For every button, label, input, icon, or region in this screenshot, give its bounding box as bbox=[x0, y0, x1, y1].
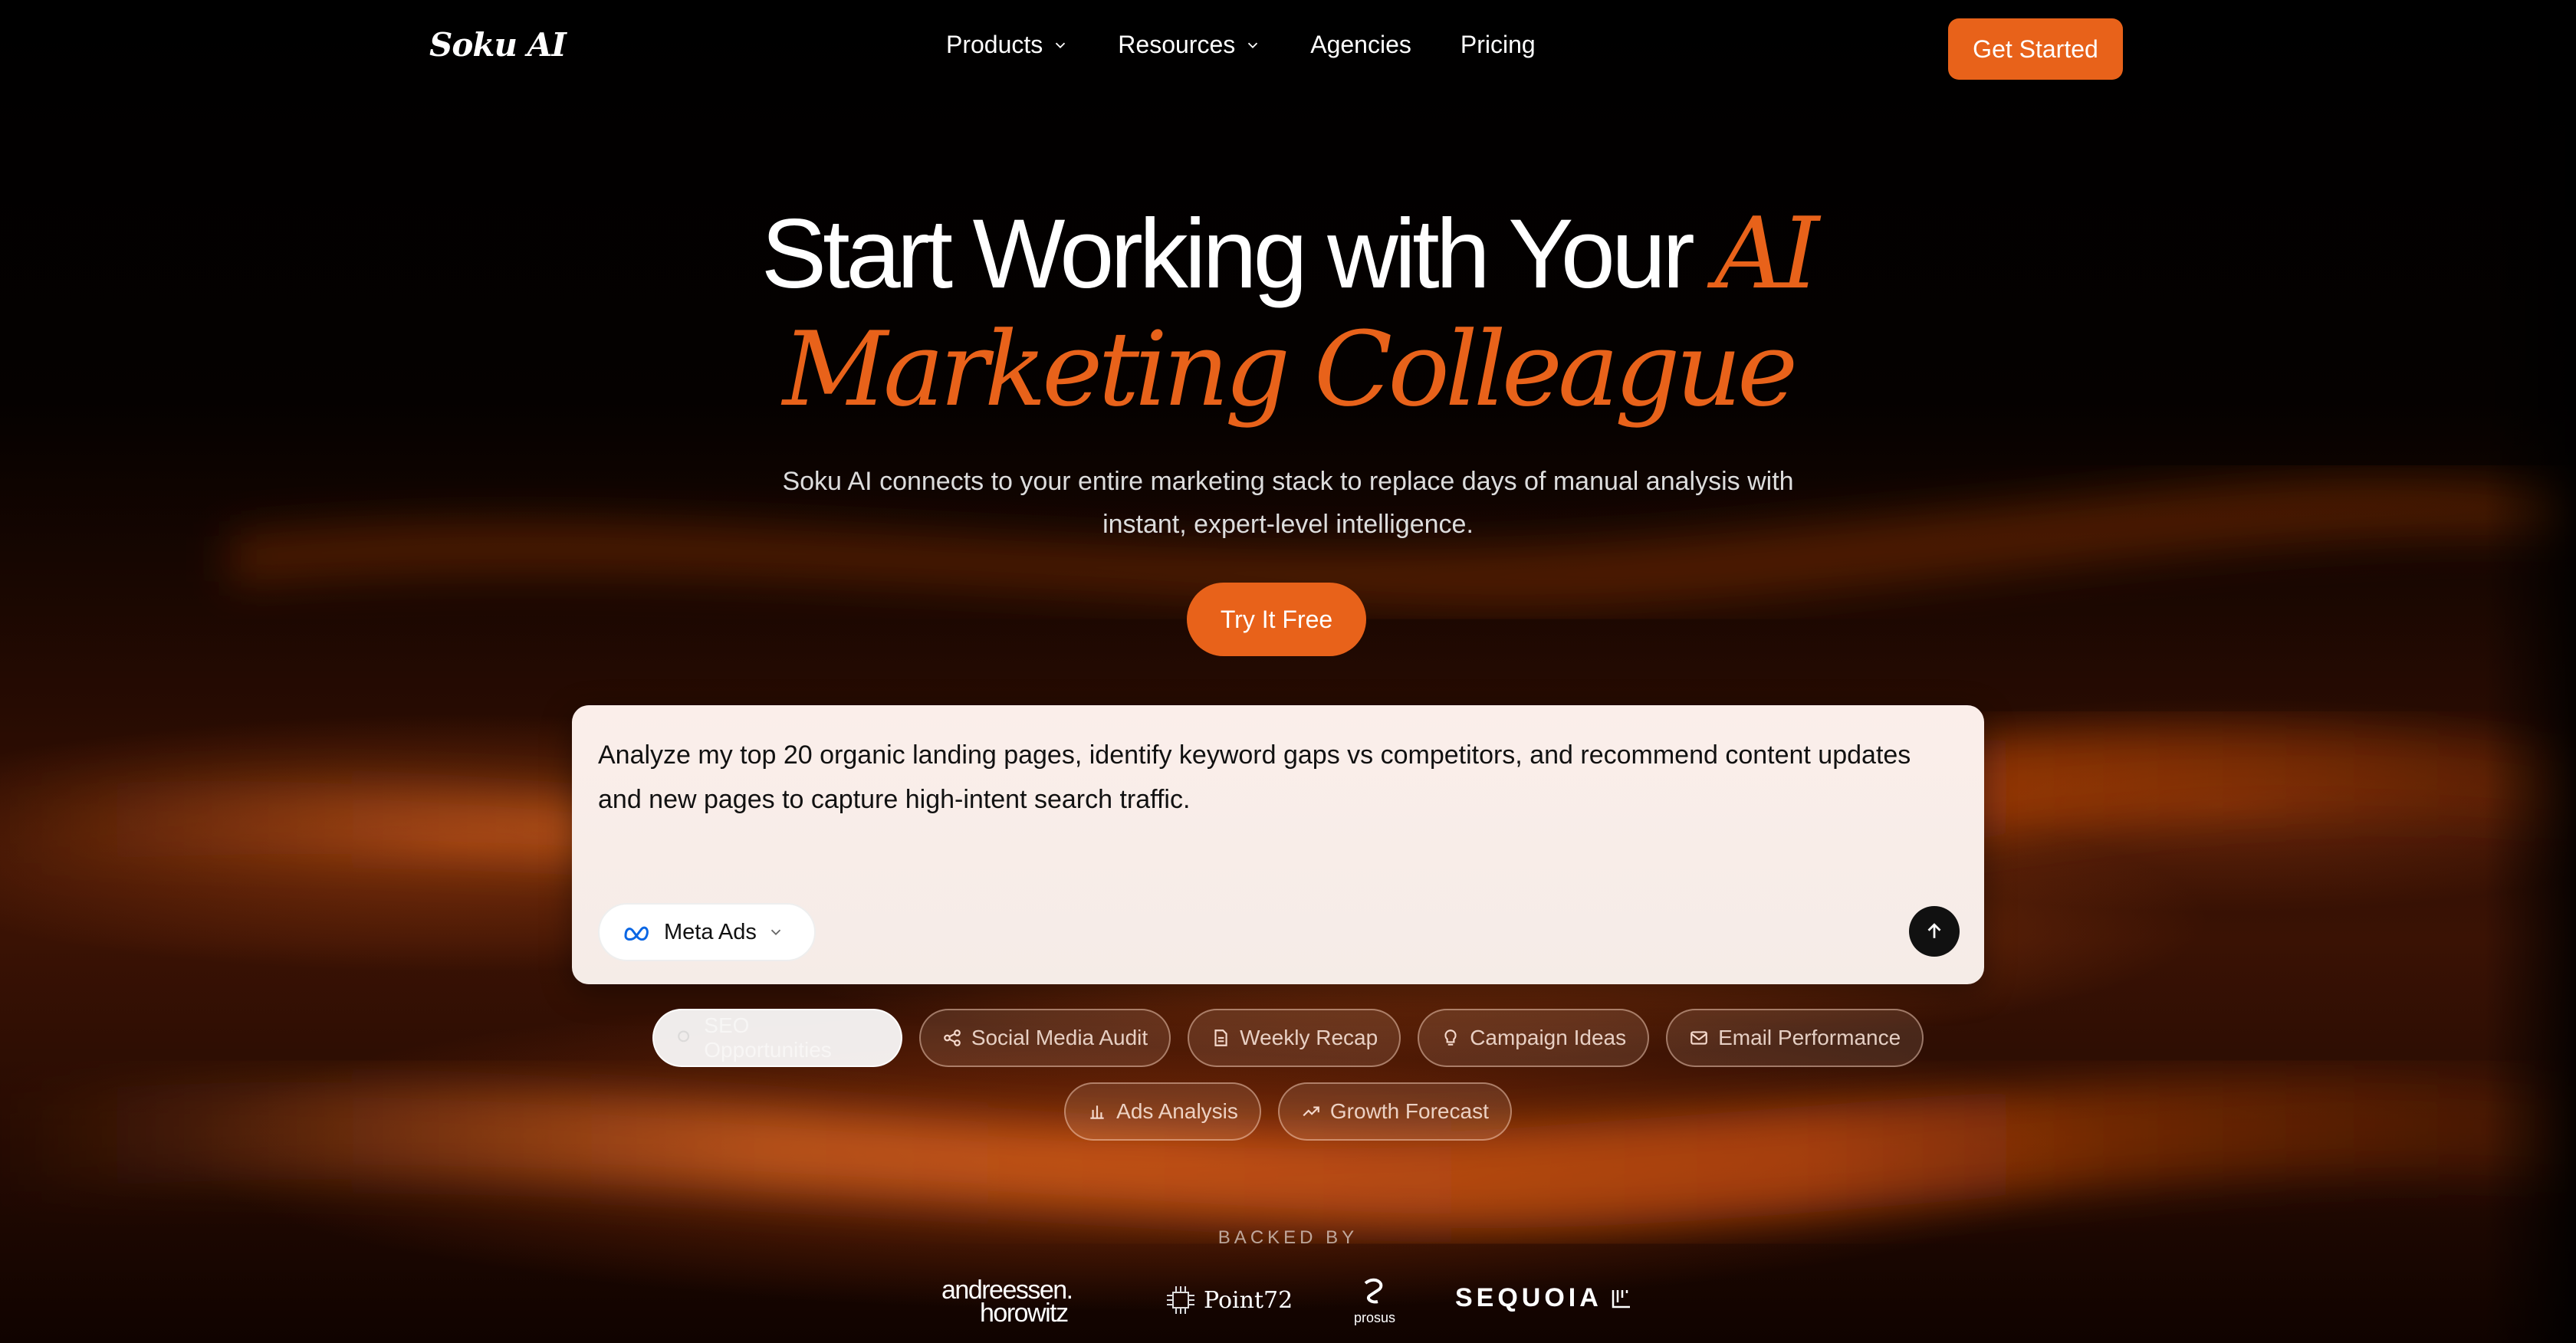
hero-subtitle-line1: Soku AI connects to your entire marketin… bbox=[782, 467, 1794, 496]
suggestion-chips-row2: Ads Analysis Growth Forecast bbox=[0, 1082, 2576, 1141]
nav-pricing[interactable]: Pricing bbox=[1460, 31, 1536, 59]
chip-label: SEO Opportunities bbox=[704, 1013, 832, 1062]
hero-title-line1: Start Working with Your AI bbox=[0, 193, 2576, 316]
point72-label: Point72 bbox=[1204, 1286, 1293, 1314]
send-button[interactable] bbox=[1909, 906, 1960, 957]
nav-links: Products Resources Agencies Pricing bbox=[946, 31, 1585, 59]
chip-weekly-recap[interactable]: Weekly Recap bbox=[1188, 1009, 1401, 1067]
lightbulb-icon bbox=[1444, 1029, 1457, 1046]
chip-label: Ads Analysis bbox=[1116, 1099, 1238, 1123]
investor-logos: andreessen. horowitz Point72 prosus SEQU… bbox=[941, 1272, 1631, 1334]
mail-icon bbox=[1691, 1031, 1707, 1045]
source-select-label: Meta Ads bbox=[664, 919, 757, 944]
hero-title-line2: Marketing Colleague bbox=[0, 308, 2576, 432]
sequoia-mark-icon bbox=[1612, 1289, 1630, 1308]
prosus-mark-icon bbox=[1364, 1278, 1383, 1304]
chevron-down-icon bbox=[1248, 42, 1258, 48]
trending-up-icon bbox=[1303, 1106, 1319, 1117]
nav-products[interactable]: Products bbox=[946, 31, 1069, 59]
chip-campaign-ideas[interactable]: Campaign Ideas bbox=[1418, 1009, 1650, 1067]
chip-label: Weekly Recap bbox=[1240, 1026, 1378, 1049]
nav-products-label: Products bbox=[946, 31, 1043, 58]
a16z-line2: horowitz bbox=[980, 1299, 1069, 1328]
document-icon bbox=[1214, 1029, 1227, 1046]
hero-subtitle: Soku AI connects to your entire marketin… bbox=[0, 460, 2576, 546]
prosus-logo: prosus bbox=[1348, 1276, 1401, 1326]
chevron-down-icon bbox=[770, 929, 781, 936]
bar-chart-icon bbox=[1090, 1105, 1104, 1119]
chip-email-performance[interactable]: Email Performance bbox=[1666, 1009, 1924, 1067]
andreessen-horowitz-logo: andreessen. horowitz bbox=[941, 1277, 1073, 1328]
suggestion-chips-row1: SEO Opportunities Social Media Audit Wee… bbox=[0, 1009, 2576, 1067]
chip-ads-analysis[interactable]: Ads Analysis bbox=[1064, 1082, 1261, 1141]
get-started-button[interactable]: Get Started bbox=[1948, 18, 2123, 80]
source-select[interactable]: Meta Ads bbox=[598, 903, 816, 961]
hero-title-plain: Start Working with Your bbox=[761, 199, 1695, 309]
nav-resources-label: Resources bbox=[1118, 31, 1236, 58]
search-icon bbox=[677, 1030, 689, 1043]
hero-title-accent-ai: AI bbox=[1714, 197, 1819, 311]
landing-page: Soku AI Products Resources Agencies Pric… bbox=[0, 0, 2576, 1343]
hero-title-accent-colleague: Marketing Colleague bbox=[782, 310, 1799, 429]
prompt-input[interactable]: Analyze my top 20 organic landing pages,… bbox=[598, 733, 1955, 822]
sequoia-logo: SEQUOIA bbox=[1455, 1283, 1633, 1313]
prompt-card: Analyze my top 20 organic landing pages,… bbox=[572, 705, 1984, 984]
chip-label: Campaign Ideas bbox=[1470, 1026, 1627, 1049]
hero-subtitle-line2: instant, expert-level intelligence. bbox=[1102, 510, 1474, 539]
chip-label: Social Media Audit bbox=[971, 1026, 1148, 1049]
point72-logo: Point72 bbox=[1164, 1283, 1293, 1317]
chip-label: Email Performance bbox=[1718, 1026, 1901, 1049]
arrow-up-icon bbox=[1927, 923, 1941, 938]
chip-social-media-audit[interactable]: Social Media Audit bbox=[918, 1009, 1171, 1067]
chip-growth-forecast[interactable]: Growth Forecast bbox=[1277, 1082, 1512, 1141]
nav-resources[interactable]: Resources bbox=[1118, 31, 1261, 59]
backed-by-label: BACKED BY bbox=[1217, 1227, 1359, 1248]
prosus-label: prosus bbox=[1353, 1310, 1396, 1325]
share-icon bbox=[943, 1029, 961, 1046]
try-it-free-button[interactable]: Try It Free bbox=[1187, 583, 1366, 656]
sequoia-label: SEQUOIA bbox=[1455, 1283, 1602, 1312]
top-nav: Soku AI Products Resources Agencies Pric… bbox=[0, 0, 2576, 97]
soku-logo[interactable]: Soku AI bbox=[429, 26, 567, 64]
chip-grid-icon bbox=[1167, 1286, 1194, 1314]
chip-seo-opportunities[interactable]: SEO Opportunities bbox=[652, 1009, 902, 1067]
chip-label: Growth Forecast bbox=[1329, 1099, 1489, 1123]
chevron-down-icon bbox=[1056, 42, 1066, 48]
nav-agencies[interactable]: Agencies bbox=[1310, 31, 1411, 59]
meta-icon bbox=[624, 926, 649, 941]
